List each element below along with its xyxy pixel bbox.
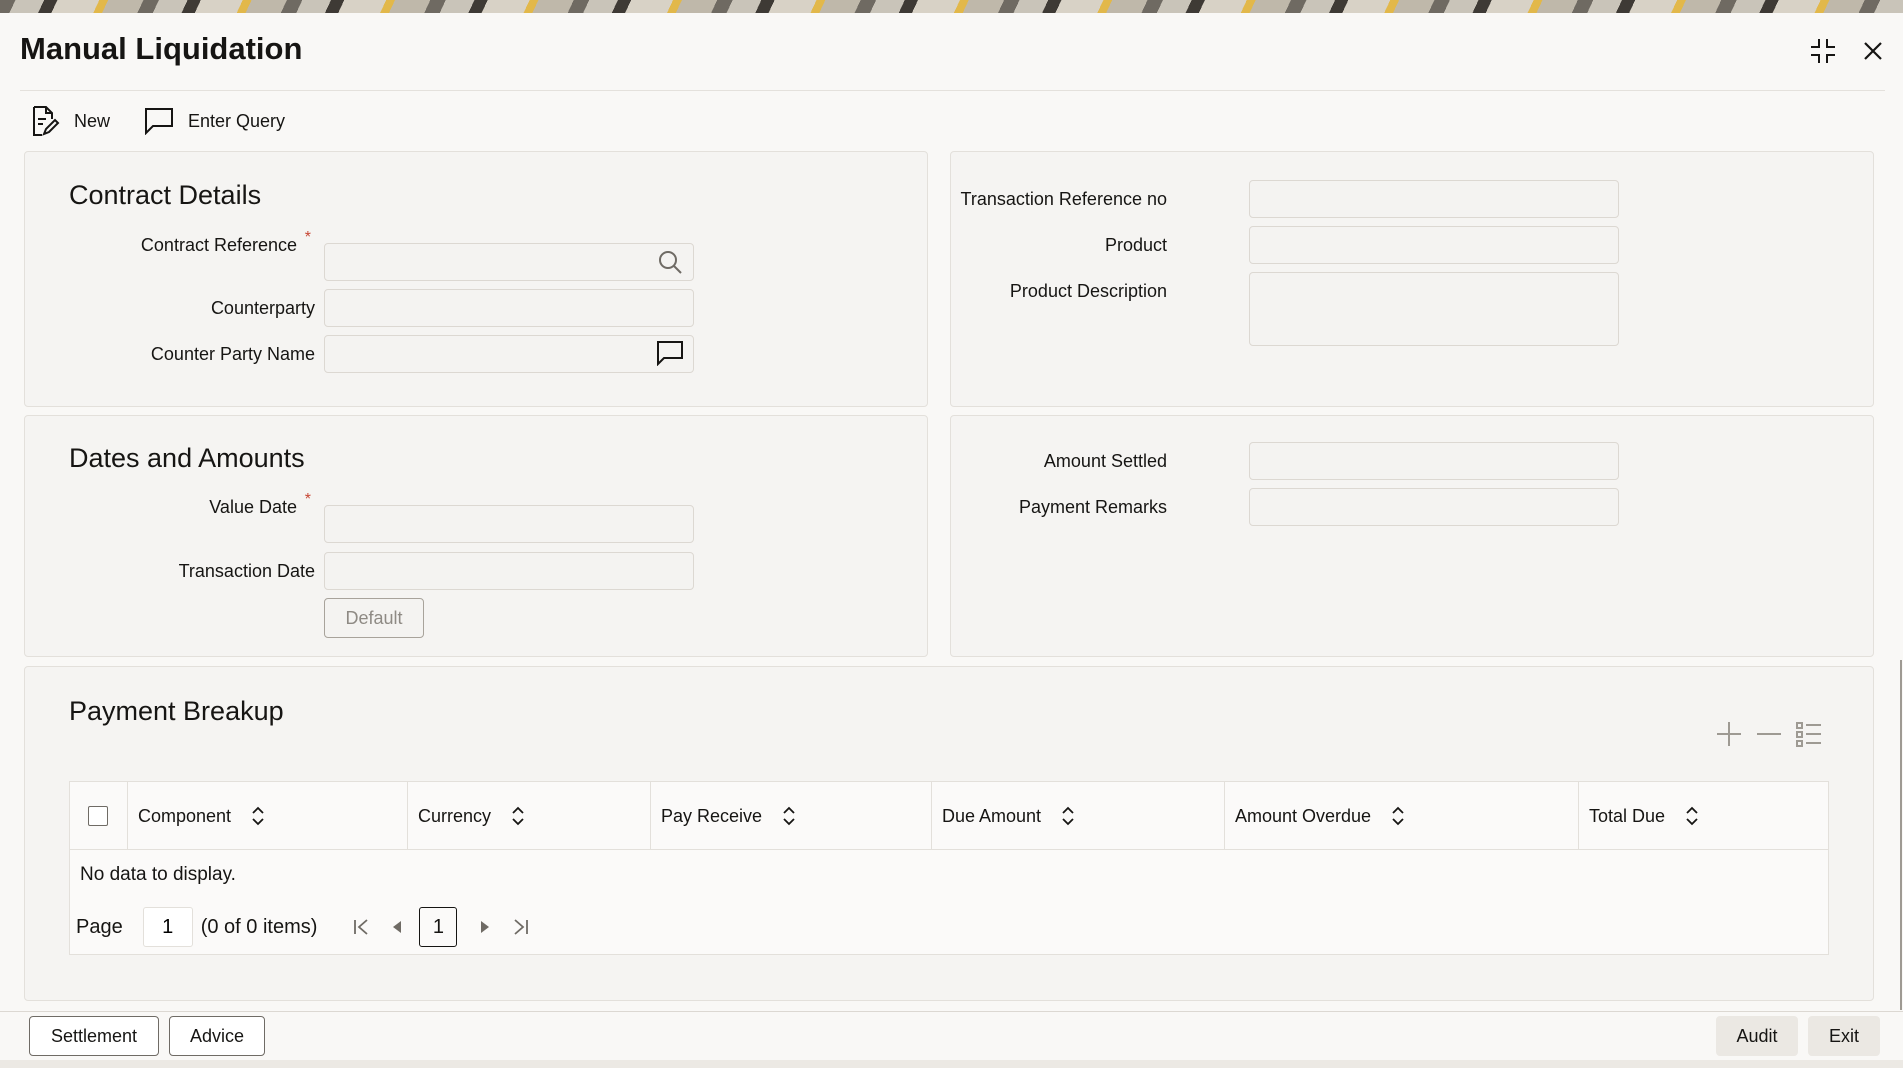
sort-icon[interactable] bbox=[251, 806, 265, 826]
product-description-label: Product Description bbox=[1009, 281, 1167, 301]
items-count: (0 of 0 items) bbox=[200, 915, 318, 938]
query-chat-icon bbox=[144, 107, 174, 135]
scrollbar[interactable] bbox=[1900, 660, 1902, 1010]
pagination: Page (0 of 0 items) 1 bbox=[76, 907, 535, 947]
amount-settled-label: Amount Settled bbox=[1043, 451, 1167, 471]
add-row-icon[interactable] bbox=[1714, 719, 1744, 749]
exit-button[interactable]: Exit bbox=[1808, 1016, 1880, 1056]
delete-row-icon[interactable] bbox=[1754, 719, 1784, 749]
value-date-input[interactable] bbox=[324, 505, 694, 543]
new-label: New bbox=[74, 110, 111, 131]
close-icon[interactable] bbox=[1857, 35, 1889, 67]
dates-amounts-title: Dates and Amounts bbox=[69, 443, 305, 473]
payment-remarks-input[interactable] bbox=[1249, 488, 1619, 526]
manual-liquidation-window: Manual Liquidation New Enter Query Contr… bbox=[0, 13, 1903, 1068]
current-page-button[interactable]: 1 bbox=[419, 907, 458, 947]
advice-button[interactable]: Advice bbox=[169, 1016, 265, 1056]
column-pay-receive[interactable]: Pay Receive bbox=[651, 782, 932, 850]
page-title: Manual Liquidation bbox=[20, 31, 303, 66]
column-amount-overdue[interactable]: Amount Overdue bbox=[1225, 782, 1579, 850]
transaction-reference-no-input[interactable] bbox=[1249, 180, 1619, 218]
contract-details-panel: Contract Details Contract Reference * Cou… bbox=[24, 151, 928, 407]
first-page-icon[interactable] bbox=[347, 907, 375, 947]
contract-reference-label: Contract Reference * bbox=[140, 229, 311, 255]
settlement-button[interactable]: Settlement bbox=[29, 1016, 159, 1056]
default-button[interactable]: Default bbox=[324, 598, 424, 638]
counter-party-name-input[interactable] bbox=[324, 335, 694, 373]
settlement-info-panel: Amount Settled Payment Remarks bbox=[950, 415, 1874, 657]
title-divider bbox=[20, 90, 1885, 91]
sort-icon[interactable] bbox=[1685, 806, 1699, 826]
page-label: Page bbox=[76, 915, 123, 938]
enter-query-button[interactable]: Enter Query bbox=[144, 107, 285, 135]
sort-icon[interactable] bbox=[1061, 806, 1075, 826]
contract-reference-input[interactable] bbox=[324, 243, 694, 281]
select-all-column bbox=[70, 782, 128, 850]
value-date-label: Value Date * bbox=[209, 491, 311, 517]
collapse-icon[interactable] bbox=[1807, 35, 1839, 67]
select-all-checkbox[interactable] bbox=[88, 806, 108, 826]
column-total-due[interactable]: Total Due bbox=[1579, 782, 1829, 850]
transaction-info-panel: Transaction Reference no Product Product… bbox=[950, 151, 1874, 407]
search-icon[interactable] bbox=[655, 247, 685, 277]
column-currency[interactable]: Currency bbox=[408, 782, 651, 850]
product-description-textarea[interactable] bbox=[1249, 272, 1619, 346]
payment-breakup-table: Component Currency Pay Receive Due Amoun… bbox=[69, 781, 1829, 955]
amount-settled-input[interactable] bbox=[1249, 442, 1619, 480]
counterparty-input[interactable] bbox=[324, 289, 694, 327]
grid-actions bbox=[1714, 719, 1824, 749]
bottom-band bbox=[0, 1060, 1903, 1068]
counter-party-name-label: Counter Party Name bbox=[150, 344, 315, 364]
sort-icon[interactable] bbox=[1391, 806, 1405, 826]
counterparty-label: Counterparty bbox=[210, 298, 315, 318]
last-page-icon[interactable] bbox=[507, 907, 535, 947]
new-document-icon bbox=[30, 105, 60, 137]
product-input[interactable] bbox=[1249, 226, 1619, 264]
audit-button[interactable]: Audit bbox=[1716, 1016, 1798, 1056]
transaction-date-label: Transaction Date bbox=[178, 561, 315, 581]
enter-query-label: Enter Query bbox=[188, 110, 286, 131]
no-data-message: No data to display. bbox=[80, 864, 236, 885]
footer-divider bbox=[0, 1011, 1903, 1012]
transaction-reference-no-label: Transaction Reference no bbox=[960, 189, 1167, 209]
sort-icon[interactable] bbox=[782, 806, 796, 826]
required-marker: * bbox=[304, 491, 311, 508]
payment-breakup-title: Payment Breakup bbox=[69, 696, 284, 726]
new-button[interactable]: New bbox=[30, 105, 110, 137]
window-controls bbox=[1807, 35, 1889, 67]
previous-page-icon[interactable] bbox=[383, 907, 411, 947]
dates-amounts-panel: Dates and Amounts Value Date * Transactio… bbox=[24, 415, 928, 657]
top-decorative-strip bbox=[0, 0, 1903, 13]
next-page-icon[interactable] bbox=[471, 907, 499, 947]
contract-details-title: Contract Details bbox=[69, 180, 262, 210]
column-due-amount[interactable]: Due Amount bbox=[932, 782, 1225, 850]
required-marker: * bbox=[304, 229, 311, 246]
toolbar: New Enter Query bbox=[30, 105, 285, 137]
comment-icon[interactable] bbox=[655, 338, 685, 368]
column-component[interactable]: Component bbox=[128, 782, 408, 850]
table-header: Component Currency Pay Receive Due Amoun… bbox=[70, 782, 1828, 850]
page-number-input[interactable] bbox=[142, 907, 193, 947]
payment-remarks-label: Payment Remarks bbox=[1018, 497, 1167, 517]
sort-icon[interactable] bbox=[511, 806, 525, 826]
product-label: Product bbox=[1104, 235, 1167, 255]
single-record-view-icon[interactable] bbox=[1794, 719, 1824, 749]
transaction-date-input[interactable] bbox=[324, 552, 694, 590]
